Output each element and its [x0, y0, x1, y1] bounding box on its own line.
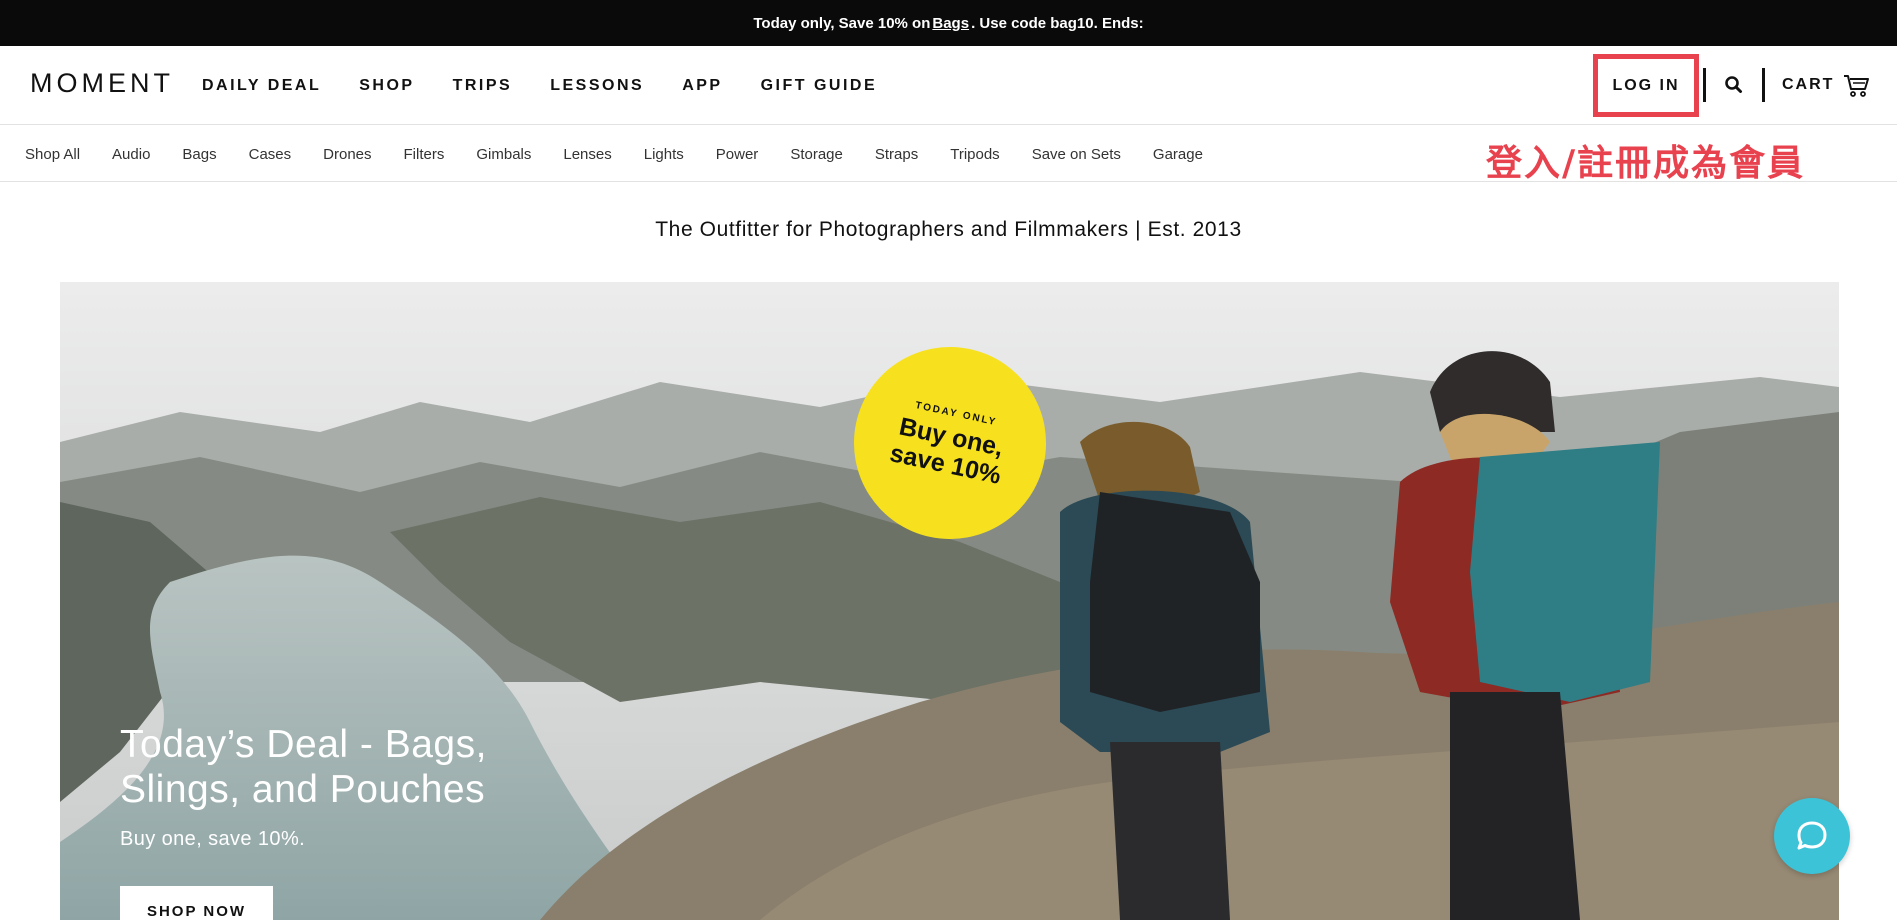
announcement-suffix: . Use code bag10. Ends: — [971, 14, 1144, 32]
nav-trips[interactable]: TRIPS — [453, 77, 513, 95]
category-shop-all[interactable]: Shop All — [25, 146, 80, 163]
nav-gift-guide[interactable]: GIFT GUIDE — [761, 77, 878, 95]
login-label: LOG IN — [1612, 76, 1680, 94]
nav-app[interactable]: APP — [682, 77, 722, 95]
cart-button[interactable]: CART — [1782, 68, 1870, 102]
category-audio[interactable]: Audio — [112, 146, 150, 163]
header-divider — [1762, 68, 1765, 102]
category-gimbals[interactable]: Gimbals — [476, 146, 531, 163]
announcement-bar: Today only, Save 10% on Bags . Use code … — [0, 0, 1897, 46]
category-list: Shop All Audio Bags Cases Drones Filters… — [25, 126, 1235, 182]
category-lenses[interactable]: Lenses — [563, 146, 611, 163]
main-nav: DAILY DEAL SHOP TRIPS LESSONS APP GIFT G… — [202, 46, 915, 125]
header-divider — [1703, 68, 1706, 102]
category-tripods[interactable]: Tripods — [950, 146, 999, 163]
chat-button[interactable] — [1774, 798, 1850, 874]
shop-now-button[interactable]: SHOP NOW — [120, 886, 273, 920]
category-cases[interactable]: Cases — [249, 146, 292, 163]
category-storage[interactable]: Storage — [790, 146, 843, 163]
login-button[interactable]: LOG IN — [1593, 54, 1699, 117]
announcement-bags-link[interactable]: Bags — [932, 15, 969, 32]
chat-bubble-icon — [1797, 821, 1827, 850]
search-icon — [1725, 76, 1742, 93]
site-header: MOMENT DAILY DEAL SHOP TRIPS LESSONS APP… — [0, 46, 1897, 125]
hero-text: Today’s Deal - Bags, Slings, and Pouches… — [120, 722, 540, 851]
category-lights[interactable]: Lights — [644, 146, 684, 163]
announcement-prefix: Today only, Save 10% on — [753, 14, 931, 32]
category-straps[interactable]: Straps — [875, 146, 918, 163]
cart-label: CART — [1782, 76, 1835, 93]
login-annotation: 登入/註冊成為會員 — [1486, 143, 1806, 184]
cart-icon — [1844, 75, 1870, 97]
nav-lessons[interactable]: LESSONS — [550, 77, 644, 95]
category-nav: Shop All Audio Bags Cases Drones Filters… — [0, 126, 1897, 184]
page-tagline: The Outfitter for Photographers and Film… — [655, 218, 1242, 241]
hero-banner[interactable]: TODAY ONLY Buy one, save 10% Today’s Dea… — [60, 282, 1839, 920]
search-button[interactable] — [1722, 72, 1746, 98]
category-garage[interactable]: Garage — [1153, 146, 1203, 163]
category-filters[interactable]: Filters — [404, 146, 445, 163]
category-bags[interactable]: Bags — [182, 146, 216, 163]
nav-shop[interactable]: SHOP — [359, 77, 414, 95]
hero-subtitle: Buy one, save 10%. — [120, 828, 306, 850]
category-power[interactable]: Power — [716, 146, 759, 163]
nav-daily-deal[interactable]: DAILY DEAL — [202, 77, 321, 95]
moment-logo[interactable]: MOMENT — [30, 68, 174, 99]
category-drones[interactable]: Drones — [323, 146, 371, 163]
hero-title: Today’s Deal - Bags, Slings, and Pouches — [120, 723, 487, 811]
category-save-on-sets[interactable]: Save on Sets — [1032, 146, 1121, 163]
